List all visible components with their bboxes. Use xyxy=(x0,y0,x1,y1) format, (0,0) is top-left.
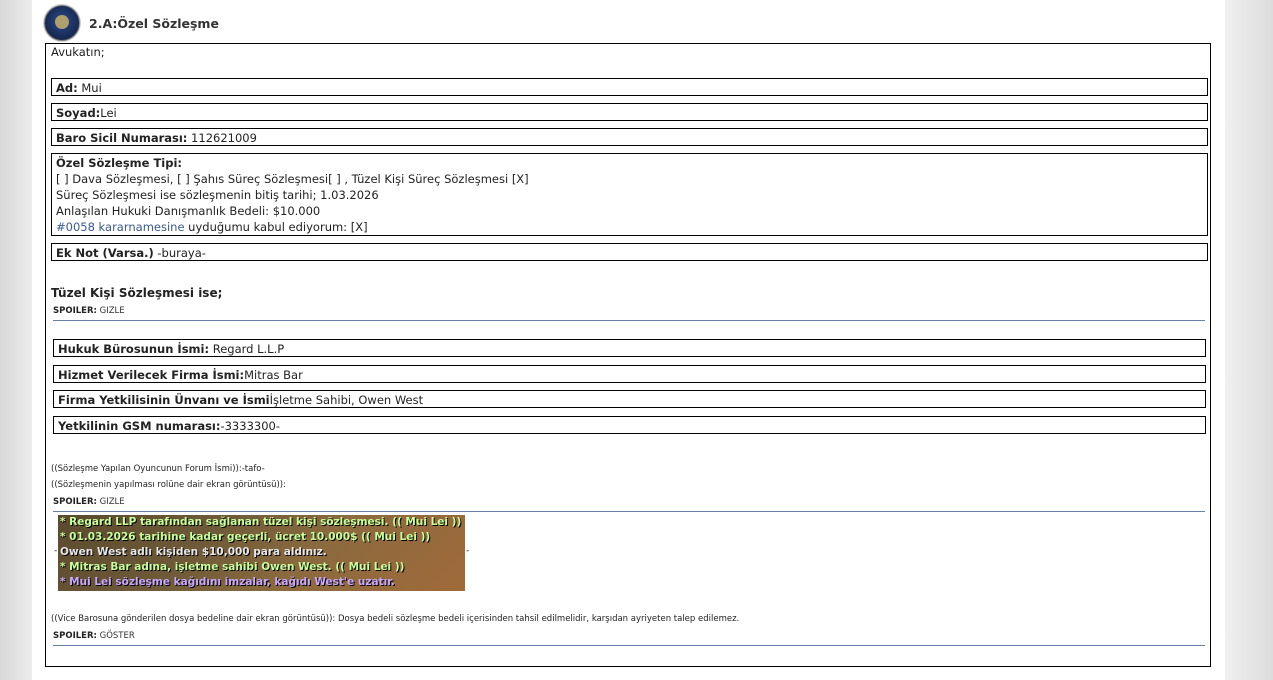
field-label: Özel Sözleşme Tipi: xyxy=(56,156,183,170)
post-body: Avukatın; Ad: Mui Soyad:Lei Baro Sicil N… xyxy=(45,43,1211,667)
chat-line: * 01.03.2026 tarihine kadar geçerli, ücr… xyxy=(60,531,431,543)
page-background-left xyxy=(0,0,32,680)
chat-line: Owen West adlı kişiden $10,000 para aldı… xyxy=(60,546,327,558)
field-gsm: Yetkilinin GSM numarası:-3333300- xyxy=(53,416,1206,434)
spoiler-tuzel: SPOILER: GIZLE xyxy=(53,306,125,316)
field-label: Hukuk Bürosunun İsmi: xyxy=(58,342,210,356)
field-value: Lei xyxy=(100,106,117,120)
post-header: 2.A:Özel Sözleşme xyxy=(44,5,219,41)
field-ozel-sozlesme: Özel Sözleşme Tipi: [ ] Dava Sözleşmesi,… xyxy=(51,153,1208,236)
decree-link[interactable]: #0058 kararnamesine xyxy=(56,220,185,234)
spoiler-toggle-button[interactable]: GÖSTER xyxy=(100,631,135,641)
spoiler-divider xyxy=(53,320,1205,321)
spoiler-divider xyxy=(53,645,1205,646)
spoiler-vice: SPOILER: GÖSTER xyxy=(53,631,135,641)
field-label: Hizmet Verilecek Firma İsmi: xyxy=(58,368,245,382)
field-value: -buraya- xyxy=(153,246,206,260)
field-baro-sicil: Baro Sicil Numarası: 112621009 xyxy=(51,128,1208,146)
roleplay-screenshot-line: ((Sözleşmenin yapılması rolüne dair ekra… xyxy=(51,480,286,490)
spoiler-screenshot: SPOILER: GIZLE xyxy=(53,497,125,507)
field-value: Mitras Bar xyxy=(244,368,303,382)
chat-line: * Mui Lei sözleşme kağıdını imzalar, kağ… xyxy=(60,576,395,588)
field-label: Yetkilinin GSM numarası: xyxy=(58,419,221,433)
field-label: Ek Not (Varsa.) xyxy=(56,246,154,260)
field-label: Firma Yetkilisinin Ünvanı ve İsmi xyxy=(58,393,270,407)
contract-end-date: Süreç Sözleşmesi ise sözleşmenin bitiş t… xyxy=(56,188,379,202)
tick-mark: - xyxy=(54,546,58,556)
field-ek-not: Ek Not (Varsa.) -buraya- xyxy=(51,243,1208,261)
game-screenshot[interactable]: * Regard LLP tarafından sağlanan tüzel k… xyxy=(58,515,465,591)
field-soyad: Soyad:Lei xyxy=(51,103,1208,121)
spoiler-divider xyxy=(53,511,1205,512)
field-hukuk-burosu: Hukuk Bürosunun İsmi: Regard L.L.P xyxy=(53,339,1206,357)
spoiler-label: SPOILER: xyxy=(53,497,97,507)
chat-line: * Mitras Bar adına, işletme sahibi Owen … xyxy=(60,561,405,573)
field-label: Ad: xyxy=(56,81,78,95)
avatar[interactable] xyxy=(44,5,80,41)
page-background-right xyxy=(1225,0,1273,680)
spoiler-toggle-button[interactable]: GIZLE xyxy=(100,497,125,507)
chat-line: * Regard LLP tarafından sağlanan tüzel k… xyxy=(60,516,462,528)
field-label: Soyad: xyxy=(56,106,101,120)
field-ad: Ad: Mui xyxy=(51,78,1208,96)
vice-bar-note: ((Vice Barosuna gönderilen dosya bedelin… xyxy=(51,614,740,624)
field-yetkili-unvan: Firma Yetkilisinin Ünvanı ve İsmiİşletme… xyxy=(53,390,1206,408)
contract-type-options: [ ] Dava Sözleşmesi, [ ] Şahıs Süreç Söz… xyxy=(56,172,529,186)
forum-name-line: ((Sözleşme Yapılan Oyuncunun Forum İsmi)… xyxy=(51,464,265,474)
tick-mark: - xyxy=(466,546,470,556)
tuzel-heading: Tüzel Kişi Sözleşmesi ise; xyxy=(51,286,223,300)
field-value: İşletme Sahibi, Owen West xyxy=(269,393,424,407)
intro-text: Avukatın; xyxy=(51,45,105,59)
field-value: -3333300- xyxy=(220,419,280,433)
field-firma-ismi: Hizmet Verilecek Firma İsmi:Mitras Bar xyxy=(53,365,1206,383)
decree-acceptance: uyduğumu kabul ediyorum: [X] xyxy=(184,220,368,234)
consulting-fee: Anlaşılan Hukuki Danışmanlık Bedeli: $10… xyxy=(56,204,321,218)
field-label: Baro Sicil Numarası: xyxy=(56,131,188,145)
post-title: 2.A:Özel Sözleşme xyxy=(89,15,219,31)
field-value: Mui xyxy=(77,81,102,95)
field-value: 112621009 xyxy=(187,131,257,145)
post-panel: 2.A:Özel Sözleşme Avukatın; Ad: Mui Soya… xyxy=(32,0,1225,680)
spoiler-label: SPOILER: xyxy=(53,631,97,641)
field-value: Regard L.L.P xyxy=(209,342,285,356)
spoiler-label: SPOILER: xyxy=(53,306,97,316)
spoiler-toggle-button[interactable]: GIZLE xyxy=(100,306,125,316)
